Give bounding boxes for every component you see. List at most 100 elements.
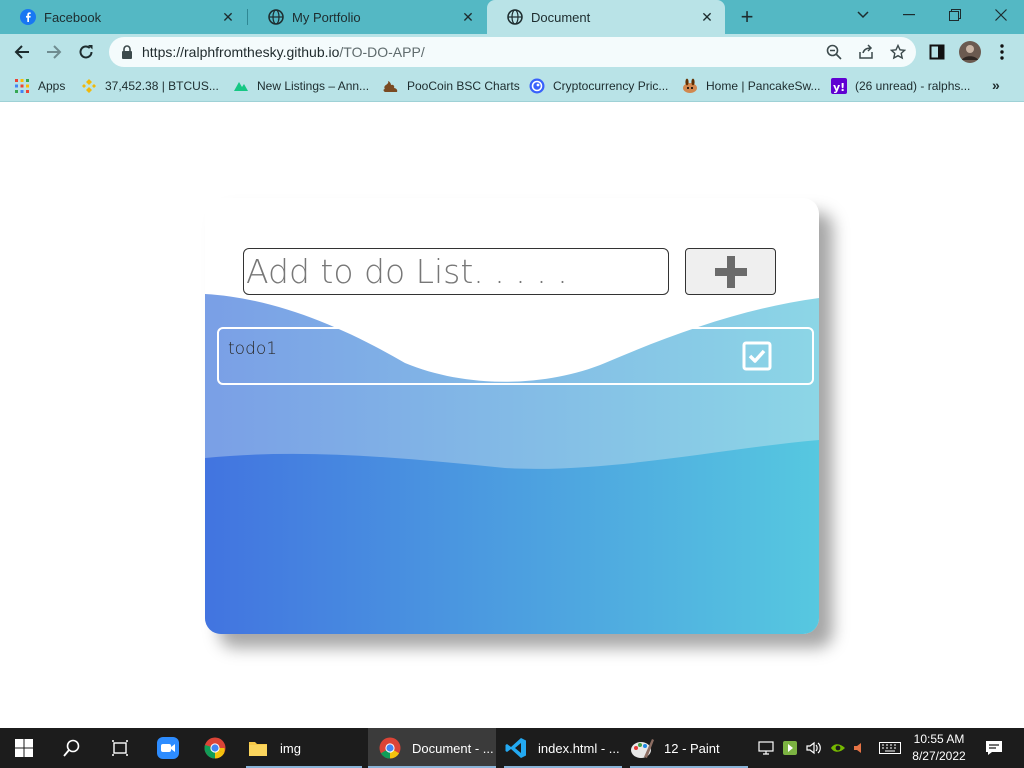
bookmark-label: Home | PancakeSw... <box>706 79 821 93</box>
close-icon[interactable]: ✕ <box>460 9 476 25</box>
bookmark-pancakeswap[interactable]: Home | PancakeSw... <box>682 77 821 95</box>
taskbar-item-vscode[interactable]: index.html - ... <box>504 728 622 768</box>
taskbar-label: index.html - ... <box>538 740 620 756</box>
clock-date: 8/27/2022 <box>912 749 966 763</box>
speaker-muted-icon[interactable] <box>852 740 868 756</box>
zoom-app-icon <box>156 736 180 760</box>
bookmark-new-listings[interactable]: New Listings – Ann... <box>233 77 369 95</box>
bookmark-label: 37,452.38 | BTCUS... <box>105 79 219 93</box>
todo-input[interactable] <box>243 248 669 295</box>
close-window-button[interactable] <box>978 0 1024 30</box>
browser-toolbar: https://ralphfromthesky.github.io/TO-DO-… <box>0 34 1024 71</box>
side-panel-icon[interactable] <box>925 40 949 64</box>
bookmark-label: (26 unread) - ralphs... <box>855 79 971 93</box>
url-host: https://ralphfromthesky.github.io <box>142 44 340 60</box>
apps-grid-icon <box>14 78 30 94</box>
paint-icon <box>630 736 654 760</box>
network-icon[interactable] <box>758 740 774 756</box>
clock-time: 10:55 AM <box>913 732 965 746</box>
task-view-icon <box>108 736 132 760</box>
taskbar-chrome[interactable] <box>203 728 227 768</box>
zoom-icon[interactable] <box>825 43 843 61</box>
battery-app-icon[interactable] <box>782 740 798 756</box>
taskbar-item-paint[interactable]: 12 - Paint <box>630 728 748 768</box>
back-button[interactable] <box>8 38 36 66</box>
svg-text:y!: y! <box>833 81 845 94</box>
add-todo-button[interactable] <box>685 248 776 295</box>
bookmark-label: New Listings – Ann... <box>257 79 370 93</box>
menu-kebab-icon[interactable] <box>990 40 1014 64</box>
coinmarket-icon <box>233 78 249 94</box>
more-bookmarks-chevron-icon[interactable]: » <box>992 77 1000 93</box>
bookmark-label: Apps <box>38 79 66 93</box>
globe-icon <box>507 9 523 25</box>
bookmark-yahoo-mail[interactable]: y! (26 unread) - ralphs... <box>831 77 970 95</box>
url-text: https://ralphfromthesky.github.io/TO-DO-… <box>142 44 425 60</box>
yahoo-mail-icon: y! <box>831 78 847 94</box>
clock[interactable]: 10:55 AM 8/27/2022 <box>904 731 974 765</box>
pancakeswap-icon <box>682 78 698 94</box>
windows-logo-icon <box>12 736 36 760</box>
bookmark-apps[interactable]: Apps <box>14 77 65 95</box>
todo-card: todo1 <box>205 198 819 634</box>
nvidia-icon[interactable] <box>830 740 846 756</box>
minimize-button[interactable] <box>886 0 932 30</box>
search-button[interactable] <box>60 728 84 768</box>
globe-icon <box>268 9 284 25</box>
bookmark-label: PooCoin BSC Charts <box>407 79 520 93</box>
browser-tab-strip: Facebook ✕ My Portfolio ✕ Document ✕ + <box>0 0 1024 34</box>
url-path: /TO-DO-APP/ <box>339 44 425 60</box>
todo-list-item: todo1 <box>217 327 814 385</box>
check-square-icon[interactable] <box>742 341 772 371</box>
tab-title: My Portfolio <box>292 9 361 25</box>
keyboard-icon[interactable] <box>878 740 902 756</box>
binance-icon <box>81 78 97 94</box>
taskbar-label: img <box>280 740 301 756</box>
close-icon[interactable]: ✕ <box>220 9 236 25</box>
taskbar-item-img[interactable]: img <box>246 728 362 768</box>
new-tab-button[interactable]: + <box>735 4 759 29</box>
chrome-icon <box>378 736 402 760</box>
profile-avatar[interactable] <box>958 40 982 64</box>
restore-button[interactable] <box>932 0 978 30</box>
tab-facebook[interactable]: Facebook ✕ <box>0 0 246 34</box>
tab-title: Facebook <box>44 9 102 25</box>
bookmark-btcusdt[interactable]: 37,452.38 | BTCUS... <box>81 77 219 95</box>
tab-search-chevron-icon[interactable] <box>840 0 886 30</box>
taskbar-zoom[interactable] <box>156 728 180 768</box>
bookmark-poocoin[interactable]: PooCoin BSC Charts <box>383 77 520 95</box>
tab-title: Document <box>531 9 591 25</box>
taskbar-label: Document - ... <box>412 740 494 756</box>
plus-icon <box>714 255 747 288</box>
volume-icon[interactable] <box>806 740 822 756</box>
arrow-left-icon <box>14 45 29 59</box>
tab-document[interactable]: Document ✕ <box>487 0 725 34</box>
bookmark-label: Cryptocurrency Pric... <box>553 79 669 93</box>
start-button[interactable] <box>12 728 36 768</box>
chrome-icon <box>203 736 227 760</box>
close-icon[interactable]: ✕ <box>699 9 715 25</box>
vscode-icon <box>504 736 528 760</box>
forward-button[interactable] <box>40 38 68 66</box>
address-bar[interactable]: https://ralphfromthesky.github.io/TO-DO-… <box>109 37 916 67</box>
facebook-icon <box>20 9 36 25</box>
reload-icon <box>79 45 93 59</box>
folder-icon <box>246 736 270 760</box>
bookmark-cryptocurrency-prices[interactable]: Cryptocurrency Pric... <box>529 77 668 95</box>
notifications-icon[interactable] <box>984 740 1004 756</box>
task-view-button[interactable] <box>108 728 132 768</box>
todo-text: todo1 <box>228 339 278 359</box>
star-bookmark-icon[interactable] <box>889 43 907 61</box>
page-content: todo1 <box>0 102 1024 728</box>
taskbar-item-chrome-document[interactable]: Document - ... <box>368 728 496 768</box>
share-icon[interactable] <box>857 43 875 61</box>
coingecko-icon <box>529 78 545 94</box>
reload-button[interactable] <box>72 38 100 66</box>
lock-icon[interactable] <box>121 45 133 59</box>
poocoin-icon <box>383 78 399 94</box>
arrow-right-icon <box>47 45 62 59</box>
tab-my-portfolio[interactable]: My Portfolio ✕ <box>248 0 486 34</box>
taskbar-label: 12 - Paint <box>664 740 720 756</box>
windows-taskbar: img Document - ... index.html - ... 12 -… <box>0 728 1024 768</box>
bookmarks-bar: Apps 37,452.38 | BTCUS... New Listings –… <box>0 71 1024 102</box>
